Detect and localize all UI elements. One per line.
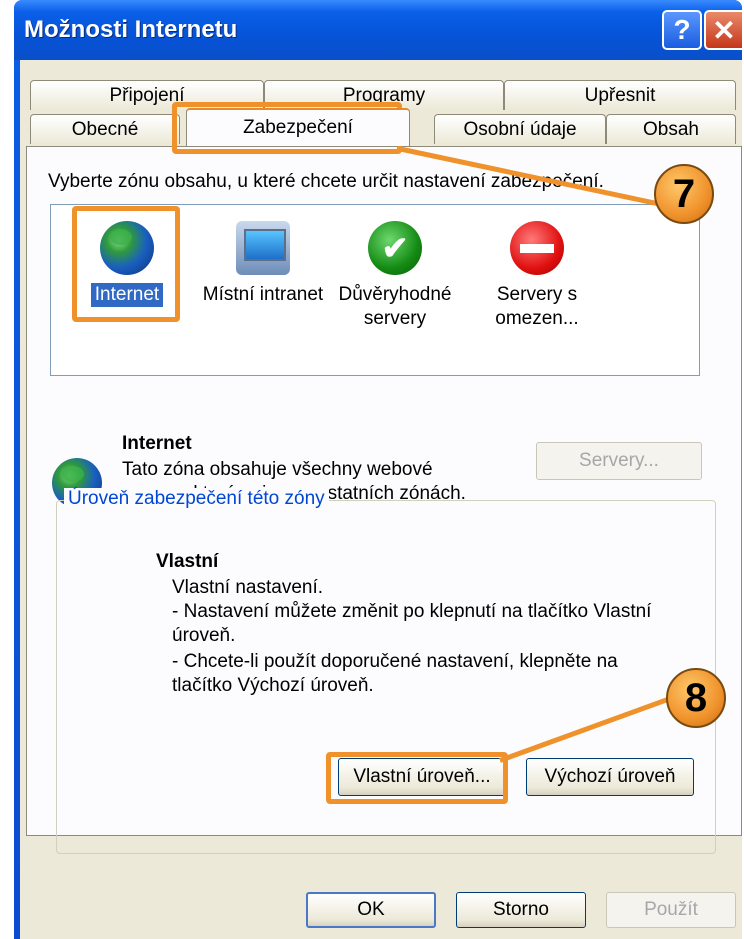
ok-button[interactable]: OK (306, 892, 436, 928)
security-level-line: úroveň. (172, 625, 236, 646)
zone-label: Servery s omezen... (495, 284, 579, 329)
zone-label: Místní intranet (202, 284, 324, 305)
tab-obecne[interactable]: Obecné (30, 114, 180, 144)
callout-custom-level-highlight (326, 752, 508, 804)
security-level-line: - Chcete-li použít doporučené nastavení,… (172, 651, 618, 672)
zone-restricted-sites[interactable]: Servery s omezen... (467, 221, 607, 331)
step-badge-8: 8 (666, 668, 726, 728)
security-level-line: tlačítko Výchozí úroveň. (172, 675, 374, 696)
zone-label: Důvěryhodné servery (338, 284, 452, 329)
security-level-legend: Úroveň zabezpečení této zóny (64, 488, 329, 510)
tab-zabezpeceni[interactable]: Zabezpečení (186, 108, 410, 146)
dialog-client: Připojení Programy Upřesnit Obecné Osobn… (20, 60, 742, 939)
help-button[interactable]: ? (662, 10, 702, 50)
cancel-button[interactable]: Storno (456, 892, 586, 928)
zone-local-intranet[interactable]: Místní intranet (193, 221, 333, 307)
close-button[interactable]: ✕ (704, 10, 742, 50)
security-level-line: - Nastavení můžete změnit po klepnutí na… (172, 601, 652, 622)
zone-info-desc-1: Tato zóna obsahuje všechny webové (122, 459, 433, 480)
zone-info-name: Internet (122, 433, 192, 454)
apply-button[interactable]: Použít (606, 892, 736, 928)
security-level-line: Vlastní nastavení. (172, 577, 324, 598)
title-bar[interactable]: Možnosti Internetu ? ✕ (14, 0, 742, 60)
window-title: Možnosti Internetu (24, 16, 238, 43)
step-badge-7: 7 (654, 164, 714, 224)
default-level-button[interactable]: Výchozí úroveň (526, 758, 694, 796)
tab-obsah[interactable]: Obsah (606, 114, 736, 144)
intranet-icon (236, 221, 290, 275)
tab-osobni-udaje[interactable]: Osobní údaje (434, 114, 606, 144)
question-icon: ? (673, 14, 691, 45)
restricted-stop-icon (510, 221, 564, 275)
zone-trusted-sites[interactable]: ✔ Důvěryhodné servery (325, 221, 465, 331)
tab-upresnit[interactable]: Upřesnit (504, 80, 736, 110)
trusted-check-icon: ✔ (368, 221, 422, 275)
servers-button[interactable]: Servery... (536, 442, 702, 480)
callout-internet-highlight (72, 206, 180, 322)
security-level-name: Vlastní (156, 551, 219, 572)
close-icon: ✕ (712, 14, 736, 46)
